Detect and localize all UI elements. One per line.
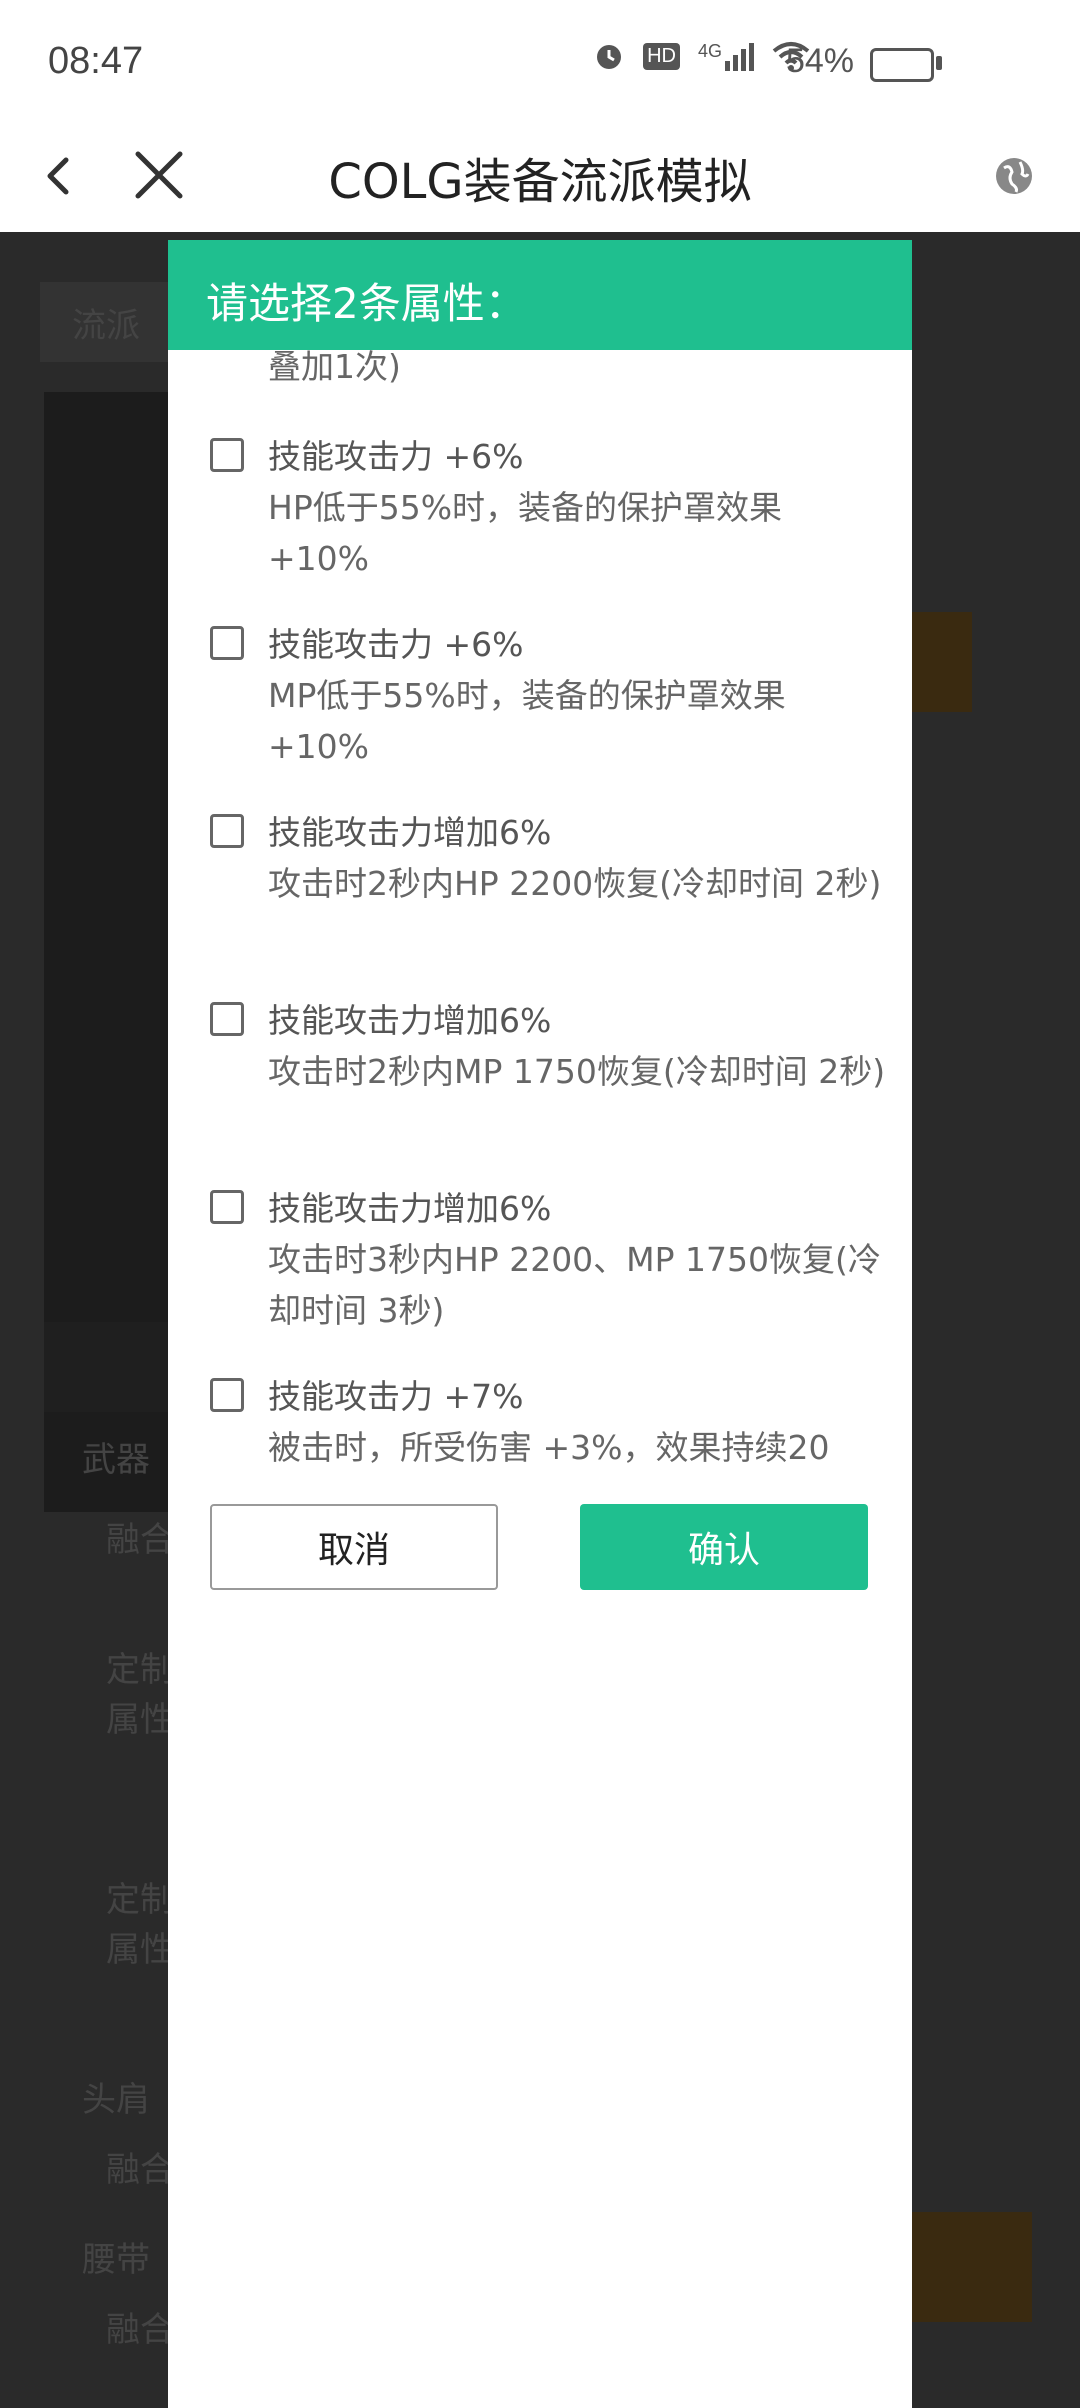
option-desc: 攻击时2秒内MP 1750恢复(冷却时间 2秒): [268, 1052, 886, 1091]
option-title: 技能攻击力增加6%: [268, 1001, 552, 1040]
bg-text: 融合: [106, 2310, 174, 2350]
network-label: 4G: [697, 41, 722, 61]
status-time: 08:47: [48, 40, 144, 82]
option-list[interactable]: 叠加1次) 技能攻击力 +6% HP低于55%时，装备的保护罩效果 +10% 技…: [168, 350, 912, 1478]
status-icons: HD 4G: [593, 40, 810, 72]
option-title: 技能攻击力增加6%: [268, 1189, 552, 1228]
attribute-select-dialog: 请选择2条属性： 叠加1次) 技能攻击力 +6% HP低于55%时，装备的保护罩…: [168, 240, 912, 2408]
bg-text: 定制: [106, 1650, 174, 1690]
battery-percent: 54%: [785, 42, 854, 80]
bg-text: 融合: [106, 2150, 174, 2190]
signal-icon: 4G: [698, 41, 754, 71]
checkbox[interactable]: [210, 1190, 244, 1224]
checkbox[interactable]: [210, 1378, 244, 1412]
dialog-footer: 取消 确认: [168, 1478, 912, 2408]
bg-text: 属性: [106, 1700, 174, 1740]
bg-text: 融合: [106, 1520, 174, 1560]
bg-text: 腰带: [82, 2240, 150, 2280]
bg-button: [912, 612, 972, 712]
bg-button: [912, 2212, 1032, 2322]
option-desc: HP低于55%时，装备的保护罩效果 +10%: [268, 488, 783, 578]
battery-icon: [870, 48, 934, 82]
hd-icon: HD: [643, 42, 680, 70]
option-desc: 攻击时2秒内HP 2200恢复(冷却时间 2秒): [268, 864, 882, 903]
option-desc: MP低于55%时，装备的保护罩效果 +10%: [268, 676, 786, 766]
option-title: 技能攻击力 +7%: [268, 1377, 524, 1416]
cutoff-text: 叠加1次): [268, 350, 401, 386]
cancel-button[interactable]: 取消: [210, 1504, 498, 1590]
bg-text: 定制: [106, 1880, 174, 1920]
checkbox[interactable]: [210, 1002, 244, 1036]
option-desc: 被击时，所受伤害 +3%，效果持续20秒。（最多叠加5次，被击冷却时间1秒）: [268, 1428, 830, 1467]
page-title: COLG装备流派模拟: [328, 154, 752, 210]
bg-block: [44, 1322, 174, 1412]
checkbox[interactable]: [210, 626, 244, 660]
bg-text: 武器: [82, 1440, 150, 1480]
option-title: 技能攻击力 +6%: [268, 437, 524, 476]
bg-text: 属性: [106, 1930, 174, 1970]
globe-icon[interactable]: [982, 144, 1046, 208]
bg-text: 流派: [72, 306, 140, 346]
bg-text: 头肩: [82, 2080, 150, 2120]
checkbox[interactable]: [210, 438, 244, 472]
dialog-header: 请选择2条属性：: [168, 240, 912, 350]
title-bar: COLG装备流派模拟: [0, 120, 1080, 232]
status-bar: 08:47 HD 4G 54%: [0, 0, 1080, 120]
dialog-title: 请选择2条属性：: [206, 279, 527, 328]
option-title: 技能攻击力增加6%: [268, 813, 552, 852]
option-desc: 攻击时3秒内HP 2200、MP 1750恢复(冷却时间 3秒): [268, 1240, 881, 1330]
battery-tip: [936, 56, 942, 70]
confirm-button[interactable]: 确认: [580, 1504, 868, 1590]
option-title: 技能攻击力 +6%: [268, 625, 524, 664]
checkbox[interactable]: [210, 814, 244, 848]
alarm-icon: [597, 45, 622, 69]
